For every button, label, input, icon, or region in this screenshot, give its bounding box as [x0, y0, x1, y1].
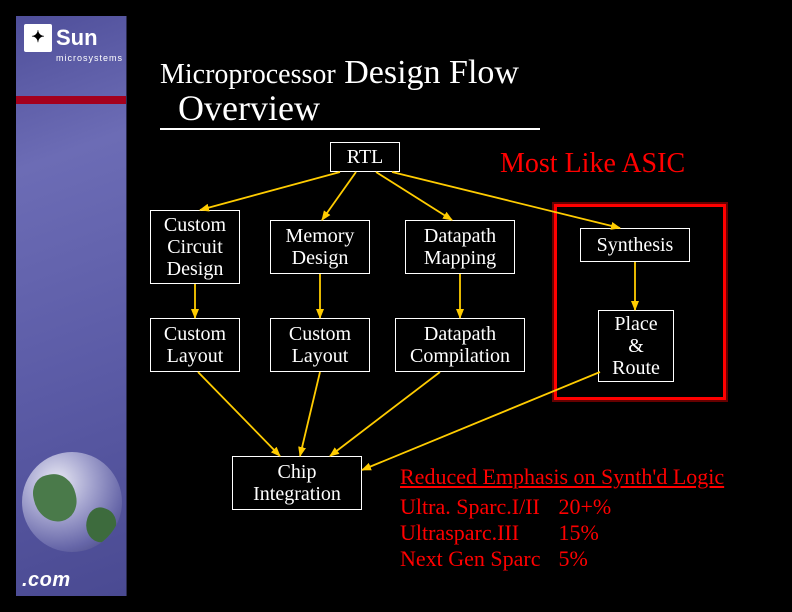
title-row2: Overview — [178, 90, 540, 126]
node-rtl-text: RTL — [337, 146, 393, 168]
chip-pct: 5% — [559, 546, 630, 572]
chip-name: Next Gen Sparc — [400, 546, 559, 572]
dotcom-label: .com — [22, 569, 71, 592]
node-chip-integration: Chip Integration — [232, 456, 362, 510]
node-custom-layout-2: Custom Layout — [270, 318, 370, 372]
chip-pct: 15% — [559, 520, 630, 546]
asic-highlight-box — [554, 204, 726, 400]
node-datapath-mapping: Datapath Mapping — [405, 220, 515, 274]
emphasis-block: Reduced Emphasis on Synth'd Logic Ultra.… — [400, 464, 724, 572]
node-memory-design: Memory Design — [270, 220, 370, 274]
most-like-asic-label: Most Like ASIC — [500, 148, 685, 180]
node-custom-circuit-design: Custom Circuit Design — [150, 210, 240, 284]
accent-bar — [16, 96, 126, 104]
globe-icon — [22, 452, 122, 552]
sun-logo-word: Sun — [56, 27, 98, 49]
chip-pct: 20+% — [559, 494, 630, 520]
slide-title: Microprocessor Design Flow Overview — [160, 56, 540, 130]
table-row: Ultrasparc.III 15% — [400, 520, 629, 546]
emphasis-table: Ultra. Sparc.I/II 20+% Ultrasparc.III 15… — [400, 494, 629, 572]
chip-name: Ultra. Sparc.I/II — [400, 494, 559, 520]
slide: ✦Sun microsystems .com Microprocessor De… — [0, 0, 792, 612]
sun-logo: ✦Sun microsystems — [24, 24, 114, 63]
emphasis-header: Reduced Emphasis on Synth'd Logic — [400, 464, 724, 490]
table-row: Next Gen Sparc 5% — [400, 546, 629, 572]
node-rtl: RTL — [330, 142, 400, 172]
node-custom-layout-1: Custom Layout — [150, 318, 240, 372]
sun-logo-small: microsystems — [56, 54, 114, 63]
chip-name: Ultrasparc.III — [400, 520, 559, 546]
title-row1-big: Design Flow — [344, 54, 519, 91]
node-datapath-compilation: Datapath Compilation — [395, 318, 525, 372]
table-row: Ultra. Sparc.I/II 20+% — [400, 494, 629, 520]
sun-logo-icon: ✦ — [24, 24, 52, 52]
title-row1-small: Microprocessor — [160, 59, 336, 90]
